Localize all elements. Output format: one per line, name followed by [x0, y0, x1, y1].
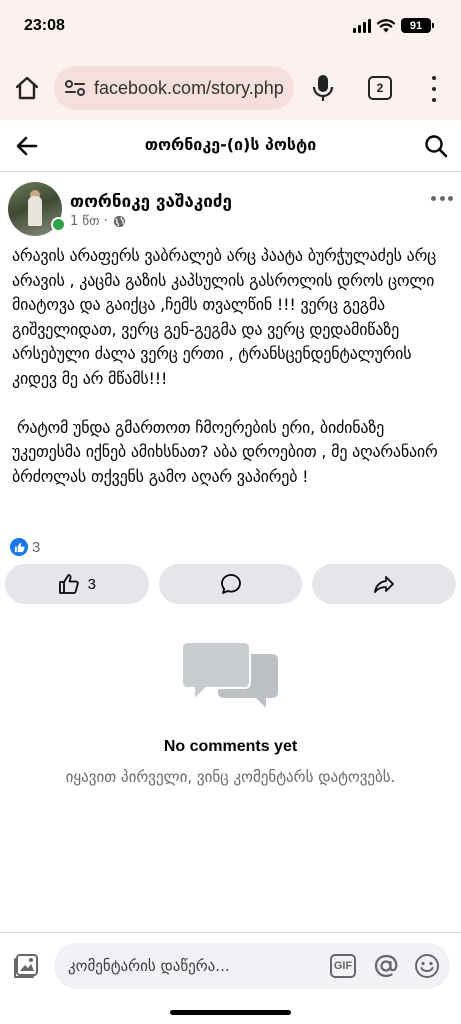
- photo-icon[interactable]: [12, 952, 40, 980]
- share-button[interactable]: [312, 564, 457, 604]
- home-indicator: [170, 1010, 291, 1015]
- mention-icon[interactable]: [372, 952, 400, 980]
- empty-comments-title: No comments yet: [163, 738, 298, 755]
- tab-switcher-button[interactable]: 2: [368, 76, 392, 100]
- signal-icon: [353, 18, 371, 33]
- thumbs-up-icon: [58, 574, 79, 594]
- browser-menu-icon[interactable]: [428, 76, 440, 102]
- empty-comments-illustration: [181, 641, 278, 708]
- globe-icon: [113, 215, 125, 228]
- post-meta: 1 წთ ·: [70, 214, 126, 229]
- like-button[interactable]: 3: [5, 564, 149, 604]
- gif-button[interactable]: GIF: [330, 954, 356, 978]
- post-time[interactable]: 1 წთ ·: [70, 214, 108, 229]
- microphone-icon[interactable]: [312, 74, 334, 102]
- status-bar: 23:08 91: [0, 0, 461, 56]
- battery-indicator: 91: [401, 18, 434, 33]
- comment-bubble-icon: [220, 574, 241, 594]
- comment-composer: GIF: [0, 932, 461, 1000]
- browser-toolbar: facebook.com/story.php 2: [0, 56, 461, 120]
- reaction-summary[interactable]: 3: [10, 538, 40, 556]
- search-icon[interactable]: [423, 133, 449, 159]
- address-bar[interactable]: facebook.com/story.php: [54, 66, 294, 110]
- emoji-icon[interactable]: [413, 952, 441, 980]
- post-header: თორნიკე ვაშაკიძე 1 წთ ·: [8, 182, 453, 238]
- more-options-icon[interactable]: [431, 196, 453, 204]
- status-time: 23:08: [24, 17, 65, 34]
- page-title: თორნიკე-(ი)ს პოსტი: [144, 135, 317, 154]
- post-actions: 3: [5, 564, 457, 604]
- empty-comments-subtitle: იყავით პირველი, ვინც კომენტარს დატოვებს.: [65, 768, 396, 786]
- url-text: facebook.com/story.php: [94, 77, 284, 98]
- share-arrow-icon: [374, 576, 395, 593]
- home-icon[interactable]: [14, 75, 40, 101]
- back-arrow-icon[interactable]: [14, 133, 40, 159]
- wifi-icon: [377, 18, 395, 32]
- like-reaction-icon: [10, 538, 28, 556]
- online-status-dot: [51, 217, 66, 232]
- author-name[interactable]: თორნიკე ვაშაკიძე: [70, 192, 232, 212]
- like-count: 3: [87, 575, 96, 593]
- post-text: არავის არაფერს ვაბრალებ არც პაატა ბურჭულ…: [12, 246, 438, 486]
- comment-button[interactable]: [158, 564, 303, 604]
- site-settings-icon[interactable]: [64, 79, 86, 97]
- status-indicators: 91: [353, 18, 434, 33]
- reaction-count: 3: [32, 538, 41, 556]
- page-header: თორნიკე-(ი)ს პოსტი: [0, 120, 461, 172]
